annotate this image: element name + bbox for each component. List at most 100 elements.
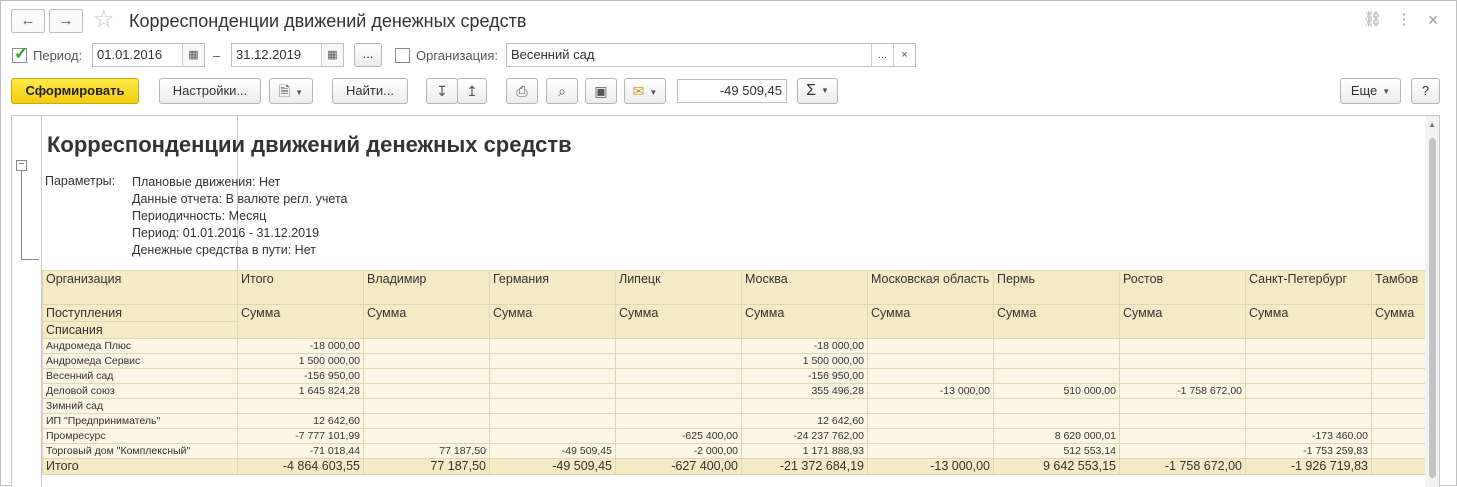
more-menu-icon[interactable]: ⋮ [1395, 10, 1413, 30]
param-item: Период: 01.01.2016 - 31.12.2019 [132, 226, 320, 240]
selection-sum-field[interactable]: -49 509,45 [677, 79, 787, 103]
arrow-left-icon: ← [20, 12, 36, 29]
table-row[interactable]: Андромеда Сервис 1 500 000,00 1 500 000,00 [42, 353, 1439, 369]
value-cell: -24 237 762,00 [741, 428, 868, 444]
value-cell [615, 368, 742, 384]
variants-button[interactable]: 🗎 ▼ [269, 78, 313, 104]
value-cell [489, 368, 616, 384]
close-icon[interactable]: × [1424, 10, 1442, 30]
settings-button[interactable]: Настройки... [159, 78, 261, 104]
favorite-star-icon[interactable]: ☆ [93, 6, 115, 34]
period-checkbox[interactable] [12, 44, 28, 64]
value-cell [615, 338, 742, 354]
sum-header: Сумма [1245, 304, 1372, 339]
column-header: Липецк [615, 270, 742, 305]
table-row[interactable]: Зимний сад [42, 398, 1439, 414]
column-header: Санкт-Петербург [1245, 270, 1372, 305]
report-spreadsheet[interactable]: − Корреспонденции движений денежных сред… [11, 115, 1440, 487]
sub-header-row: Поступления Списания Сумма Сумма Сумма Сумма С… [42, 304, 1439, 339]
scroll-up-icon[interactable]: ▲ [1428, 120, 1436, 129]
total-row: Итого -4 864 603,55 77 187,50 -49 509,45 -62… [42, 458, 1439, 475]
value-cell [1119, 443, 1246, 459]
save-button[interactable]: ▣ [585, 78, 617, 104]
forward-button[interactable]: → [49, 9, 83, 33]
value-cell: -173 460,00 [1245, 428, 1372, 444]
date-from-field[interactable]: 01.01.2016 ▦ [92, 43, 205, 67]
organization-cell: ИП "Предприниматель" [42, 413, 238, 429]
value-cell [1245, 353, 1372, 369]
collapse-groups-button[interactable]: ↥ [457, 78, 487, 104]
generate-button[interactable]: Сформировать [11, 78, 139, 104]
param-item: Периодичность: Месяц [132, 209, 267, 223]
value-cell: 510 000,00 [993, 383, 1120, 399]
choose-period-button[interactable]: ... [354, 43, 382, 67]
clear-organization-button[interactable]: × [893, 44, 915, 66]
value-cell: -156 950,00 [741, 368, 868, 384]
total-cell: -1 758 672,00 [1119, 458, 1246, 475]
date-separator: – [213, 48, 221, 63]
value-cell [237, 398, 364, 414]
link-icon[interactable]: ⛓ [1363, 10, 1382, 30]
value-cell: -625 400,00 [615, 428, 742, 444]
date-to-field[interactable]: 31.12.2019 ▦ [231, 43, 344, 67]
help-button[interactable]: ? [1411, 78, 1440, 104]
value-cell [867, 353, 994, 369]
send-email-button[interactable]: ✉ ▼ [624, 78, 666, 104]
table-row[interactable]: Деловой союз 1 645 824,28 355 496,28 -13 00… [42, 383, 1439, 399]
sum-header: Сумма [489, 304, 616, 339]
organization-cell: Деловой союз [42, 383, 238, 399]
table-row[interactable]: Промресурс -7 777 101,99 -625 400,00 -24 23… [42, 428, 1439, 444]
group-bracket [21, 259, 39, 260]
total-cell: -1 926 719,83 [1245, 458, 1372, 475]
value-cell [489, 338, 616, 354]
table-row[interactable]: ИП "Предприниматель" 12 642,60 12 642,60 [42, 413, 1439, 429]
sigma-icon: Σ [806, 82, 816, 100]
column-header: Владимир [363, 270, 490, 305]
value-cell [867, 428, 994, 444]
header-row: Организация Итого Владимир Германия Липецк Мо… [42, 270, 1439, 305]
total-cell: 9 642 553,15 [993, 458, 1120, 475]
value-cell [867, 368, 994, 384]
organization-cell: Весенний сад [42, 368, 238, 384]
value-cell [363, 398, 490, 414]
sub-header-labels: Поступления Списания [42, 304, 238, 339]
params-label: Параметры: [45, 174, 116, 188]
floppy-disk-icon: ▣ [594, 83, 608, 99]
select-organization-button[interactable]: ... [871, 44, 893, 66]
more-actions-button[interactable]: Еще ▼ [1340, 78, 1401, 104]
more-actions-label: Еще [1350, 83, 1378, 98]
vertical-scrollbar[interactable]: ▲ [1425, 116, 1439, 487]
calendar-icon[interactable]: ▦ [321, 44, 343, 66]
value-cell [615, 413, 742, 429]
value-cell [615, 398, 742, 414]
table-row[interactable]: Андромеда Плюс -18 000,00 -18 000,00 [42, 338, 1439, 354]
value-cell [363, 413, 490, 429]
report-window: ← → ☆ Корреспонденции движений денежных … [0, 0, 1457, 487]
table-row[interactable]: Торговый дом "Комплексный" -71 018,44 77 1… [42, 443, 1439, 459]
value-cell [363, 353, 490, 369]
print-button[interactable]: ⎙ [506, 78, 538, 104]
organization-cell: Торговый дом "Комплексный" [42, 443, 238, 459]
preview-button[interactable]: ⌕ [546, 78, 578, 104]
value-cell: -49 509,45 [489, 443, 616, 459]
organization-field[interactable]: Весенний сад ... × [506, 43, 916, 67]
value-cell [867, 338, 994, 354]
calendar-icon[interactable]: ▦ [182, 44, 204, 66]
collapse-group-icon[interactable]: − [16, 160, 27, 171]
table-row[interactable]: Весенний сад -156 950,00 -156 950,00 [42, 368, 1439, 384]
value-cell [363, 383, 490, 399]
sum-mode-button[interactable]: Σ ▼ [797, 78, 838, 104]
scrollbar-thumb[interactable] [1429, 138, 1436, 478]
expand-groups-icon: ↧ [436, 83, 448, 99]
back-button[interactable]: ← [11, 9, 45, 33]
organization-checkbox[interactable] [395, 48, 410, 63]
organization-cell: Андромеда Сервис [42, 353, 238, 369]
column-header: Итого [237, 270, 364, 305]
param-item: Денежные средства в пути: Нет [132, 243, 316, 257]
value-cell [1245, 383, 1372, 399]
value-cell [1245, 368, 1372, 384]
arrow-right-icon: → [58, 12, 74, 29]
value-cell [1245, 338, 1372, 354]
find-button[interactable]: Найти... [332, 78, 408, 104]
expand-groups-button[interactable]: ↧ [426, 78, 458, 104]
